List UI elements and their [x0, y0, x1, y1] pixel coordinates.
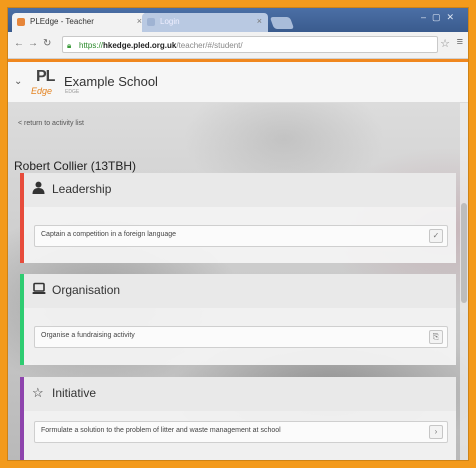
activity-text: Formulate a solution to the problem of l…	[41, 427, 281, 434]
card-initiative: ☆ Initiative Formulate a solution to the…	[20, 377, 456, 460]
activity-text: Organise a fundraising activity	[41, 332, 135, 339]
reload-icon[interactable]: ↻	[43, 38, 51, 49]
school-name: Example School	[64, 74, 158, 89]
new-tab-button[interactable]	[269, 17, 295, 29]
laptop-icon	[32, 282, 46, 298]
bookmark-star-icon[interactable]: ☆	[440, 37, 450, 50]
favicon-icon	[17, 18, 25, 26]
logo-edge: Edge	[31, 86, 53, 96]
card-leadership: Leadership Captain a competition in a fo…	[20, 173, 456, 263]
forward-icon[interactable]: →	[28, 38, 38, 49]
url-field[interactable]: 🔒︎ https://hkedge.pled.org.uk/teacher/#/…	[62, 36, 438, 53]
window-controls[interactable]: –▢✕	[421, 12, 460, 23]
activity-item[interactable]: Formulate a solution to the problem of l…	[34, 421, 448, 443]
card-title: Leadership	[52, 182, 112, 196]
app-header: ⌄ PL Edge Example School EDGE	[8, 62, 468, 103]
tab-label: Login	[160, 17, 180, 26]
menu-icon[interactable]: ≡	[457, 36, 463, 48]
copy-icon[interactable]: ⎘	[429, 330, 443, 344]
browser-window: PLEdge - Teacher × Login × –▢✕ ← → ↻ 🔒︎ …	[8, 8, 468, 460]
person-icon	[32, 181, 45, 197]
chevron-down-icon[interactable]: ⌄	[14, 76, 22, 87]
card-header: ☆ Initiative	[24, 377, 456, 411]
card-title: Initiative	[52, 386, 97, 400]
check-icon[interactable]: ✓	[429, 229, 443, 243]
card-organisation: Organisation Organise a fundraising acti…	[20, 274, 456, 365]
school-subtitle: EDGE	[65, 89, 80, 95]
card-header: Organisation	[24, 274, 456, 308]
chevron-right-icon[interactable]: ›	[429, 425, 443, 439]
lock-icon: 🔒︎	[67, 41, 72, 50]
tab-login[interactable]: Login ×	[142, 13, 268, 32]
back-icon[interactable]: ←	[14, 38, 24, 49]
activity-item[interactable]: Organise a fundraising activity ⎘	[34, 326, 448, 348]
close-tab-icon[interactable]: ×	[257, 16, 262, 26]
favicon-icon	[147, 18, 155, 26]
star-icon: ☆	[32, 385, 44, 400]
activity-item[interactable]: Captain a competition in a foreign langu…	[34, 225, 448, 247]
card-title: Organisation	[52, 283, 121, 297]
tab-label: PLEdge - Teacher	[30, 17, 94, 26]
activity-text: Captain a competition in a foreign langu…	[41, 231, 177, 238]
scrollbar[interactable]	[460, 103, 468, 460]
tab-pledge-teacher[interactable]: PLEdge - Teacher ×	[12, 13, 148, 32]
address-bar: ← → ↻ 🔒︎ https://hkedge.pled.org.uk/teac…	[8, 32, 468, 59]
return-link[interactable]: < return to activity list	[18, 120, 84, 127]
student-name: Robert Collier (13TBH)	[14, 159, 137, 173]
tab-bar: PLEdge - Teacher × Login × –▢✕	[8, 8, 468, 32]
scrollbar-thumb[interactable]	[461, 203, 467, 303]
logo-pl: PL	[36, 68, 55, 85]
card-header: Leadership	[24, 173, 456, 207]
